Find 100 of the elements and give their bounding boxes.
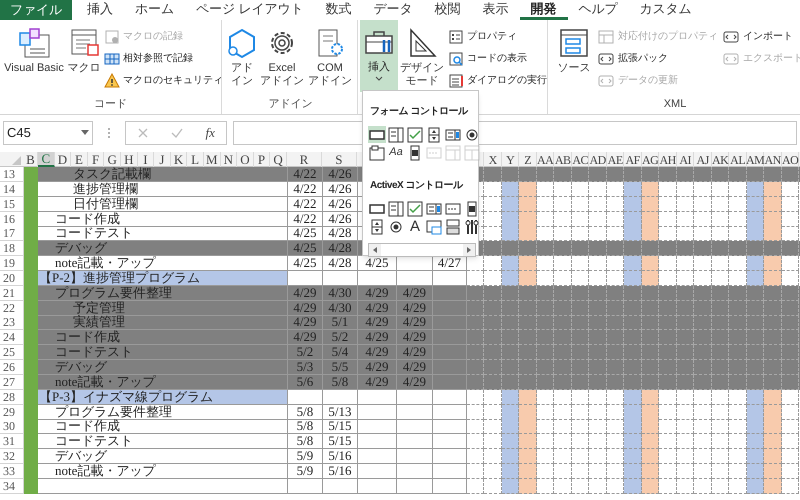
ribbon-tab[interactable]: カスタム xyxy=(628,0,703,20)
list-box-icon xyxy=(426,200,442,216)
row-number[interactable]: 30 xyxy=(0,419,24,434)
xml-import-icon xyxy=(722,28,740,44)
project-cell: 【P-2】進捗管理プログラム xyxy=(38,270,287,286)
name-box[interactable]: C45 xyxy=(3,121,93,145)
xml-export-icon xyxy=(722,50,740,66)
properties-icon xyxy=(448,28,464,44)
section-title: ActiveX コントロール xyxy=(370,179,462,192)
checkbox-icon xyxy=(407,200,423,216)
row-number[interactable]: 13 xyxy=(0,167,24,182)
text-box-icon xyxy=(445,200,461,216)
row-number[interactable]: 28 xyxy=(0,390,24,405)
row-number[interactable]: 32 xyxy=(0,449,24,464)
warning-icon xyxy=(104,72,120,88)
control-tool[interactable] xyxy=(387,200,405,217)
row-number[interactable]: 26 xyxy=(0,360,24,375)
ribbon-tab[interactable]: データ xyxy=(362,0,424,20)
dialog-icon xyxy=(448,72,464,88)
margin-bar-cell xyxy=(24,478,38,494)
image-icon xyxy=(426,218,442,234)
column-header[interactable]: C xyxy=(38,152,55,167)
combo-list-icon xyxy=(445,144,461,160)
combo-box-icon xyxy=(388,200,404,216)
ribbon-button[interactable]: マクロ xyxy=(66,26,102,92)
grid-icon xyxy=(104,50,120,66)
source-pane-icon xyxy=(558,27,590,59)
ribbon-tab[interactable]: 表示 xyxy=(472,0,520,20)
control-tool[interactable] xyxy=(444,218,462,235)
ribbon-tab[interactable]: ページ レイアウト xyxy=(185,0,315,20)
ribbon-tab[interactable]: 挿入 xyxy=(76,0,124,20)
row-number[interactable]: 25 xyxy=(0,345,24,360)
ribbon-command[interactable]: 拡張パック xyxy=(597,48,668,69)
combo-drop-icon xyxy=(464,144,480,160)
row-number[interactable]: 23 xyxy=(0,315,24,330)
ribbon-command[interactable]: マクロのセキュリティ xyxy=(104,70,223,91)
ribbon-button[interactable]: ソース xyxy=(554,26,594,92)
cubes-document-icon xyxy=(17,27,51,59)
control-tool[interactable] xyxy=(406,200,424,217)
spinner-icon xyxy=(369,218,385,234)
list-box-icon xyxy=(445,126,461,142)
ribbon-button[interactable]: デザインモード xyxy=(398,20,446,88)
row-number[interactable]: 22 xyxy=(0,300,24,316)
magnifier-document-icon xyxy=(448,50,464,66)
row-number[interactable]: 15 xyxy=(0,196,24,212)
section-title: フォーム コントロール xyxy=(370,105,468,118)
control-tool[interactable] xyxy=(425,218,443,235)
control-tool[interactable] xyxy=(368,126,386,143)
control-tool[interactable] xyxy=(463,218,481,235)
row-number[interactable]: 18 xyxy=(0,241,24,256)
ribbon-tab[interactable]: ヘルプ xyxy=(568,0,629,20)
caret-icon xyxy=(375,76,383,82)
ribbon-tab[interactable]: 数式 xyxy=(314,0,363,20)
insert-button[interactable]: 挿入 xyxy=(360,20,398,92)
row-number[interactable]: 19 xyxy=(0,256,24,272)
check-icon xyxy=(171,127,184,139)
ribbon-button[interactable]: COM アドイン xyxy=(306,26,354,92)
group-label: アドイン xyxy=(268,97,312,112)
row-number[interactable]: 27 xyxy=(0,374,24,390)
record-icon xyxy=(104,28,120,44)
row-number[interactable]: 21 xyxy=(0,286,24,301)
ribbon-command[interactable]: コードの表示 xyxy=(448,48,527,69)
dropdown-caret-icon xyxy=(81,130,89,136)
group-box-icon xyxy=(369,144,385,160)
combo-box-icon xyxy=(388,126,404,142)
control-tool[interactable] xyxy=(368,144,386,161)
row-number[interactable]: 31 xyxy=(0,434,24,450)
text-box-icon xyxy=(426,144,442,160)
file-tab[interactable]: ファイル xyxy=(0,0,72,20)
control-tool[interactable] xyxy=(406,126,424,143)
row-number[interactable]: 17 xyxy=(0,226,24,242)
row-number[interactable]: 14 xyxy=(0,182,24,197)
close-icon xyxy=(137,127,150,139)
ribbon-command[interactable]: 相対参照で記録 xyxy=(104,48,193,69)
ribbon-command[interactable]: インポート xyxy=(722,26,793,47)
row-number[interactable]: 20 xyxy=(0,270,24,286)
hexagon-icon xyxy=(226,27,258,59)
ribbon-button[interactable]: Visual Basic xyxy=(2,26,66,92)
ribbon-button[interactable]: アドイン xyxy=(226,26,258,92)
xml-refresh-icon xyxy=(597,72,615,88)
ribbon-command[interactable]: プロパティ xyxy=(448,26,517,47)
group-label: コード xyxy=(94,97,127,112)
project-cell: 【P-3】イナズマ線プログラム xyxy=(38,390,287,405)
xml-pack-icon xyxy=(597,50,615,66)
ribbon-button[interactable]: Excel アドイン xyxy=(258,26,306,92)
vertical-dots-icon xyxy=(107,126,111,140)
control-tool[interactable] xyxy=(387,126,405,143)
ribbon-tab[interactable]: ホーム xyxy=(124,0,185,20)
spinner-icon xyxy=(426,126,442,142)
group-label: XML xyxy=(664,97,686,112)
row-number[interactable]: 34 xyxy=(0,478,24,494)
table-map-icon xyxy=(597,28,615,44)
margin-bar-cell xyxy=(24,167,38,182)
row-number[interactable]: 33 xyxy=(0,464,24,479)
control-tool[interactable]: A xyxy=(406,218,424,235)
insert-function-button[interactable]: fx xyxy=(206,123,215,143)
ribbon-tab[interactable]: 校閲 xyxy=(424,0,472,20)
radio-icon xyxy=(388,218,404,234)
row-number[interactable]: 24 xyxy=(0,330,24,346)
control-tool[interactable]: Aa xyxy=(387,144,405,161)
